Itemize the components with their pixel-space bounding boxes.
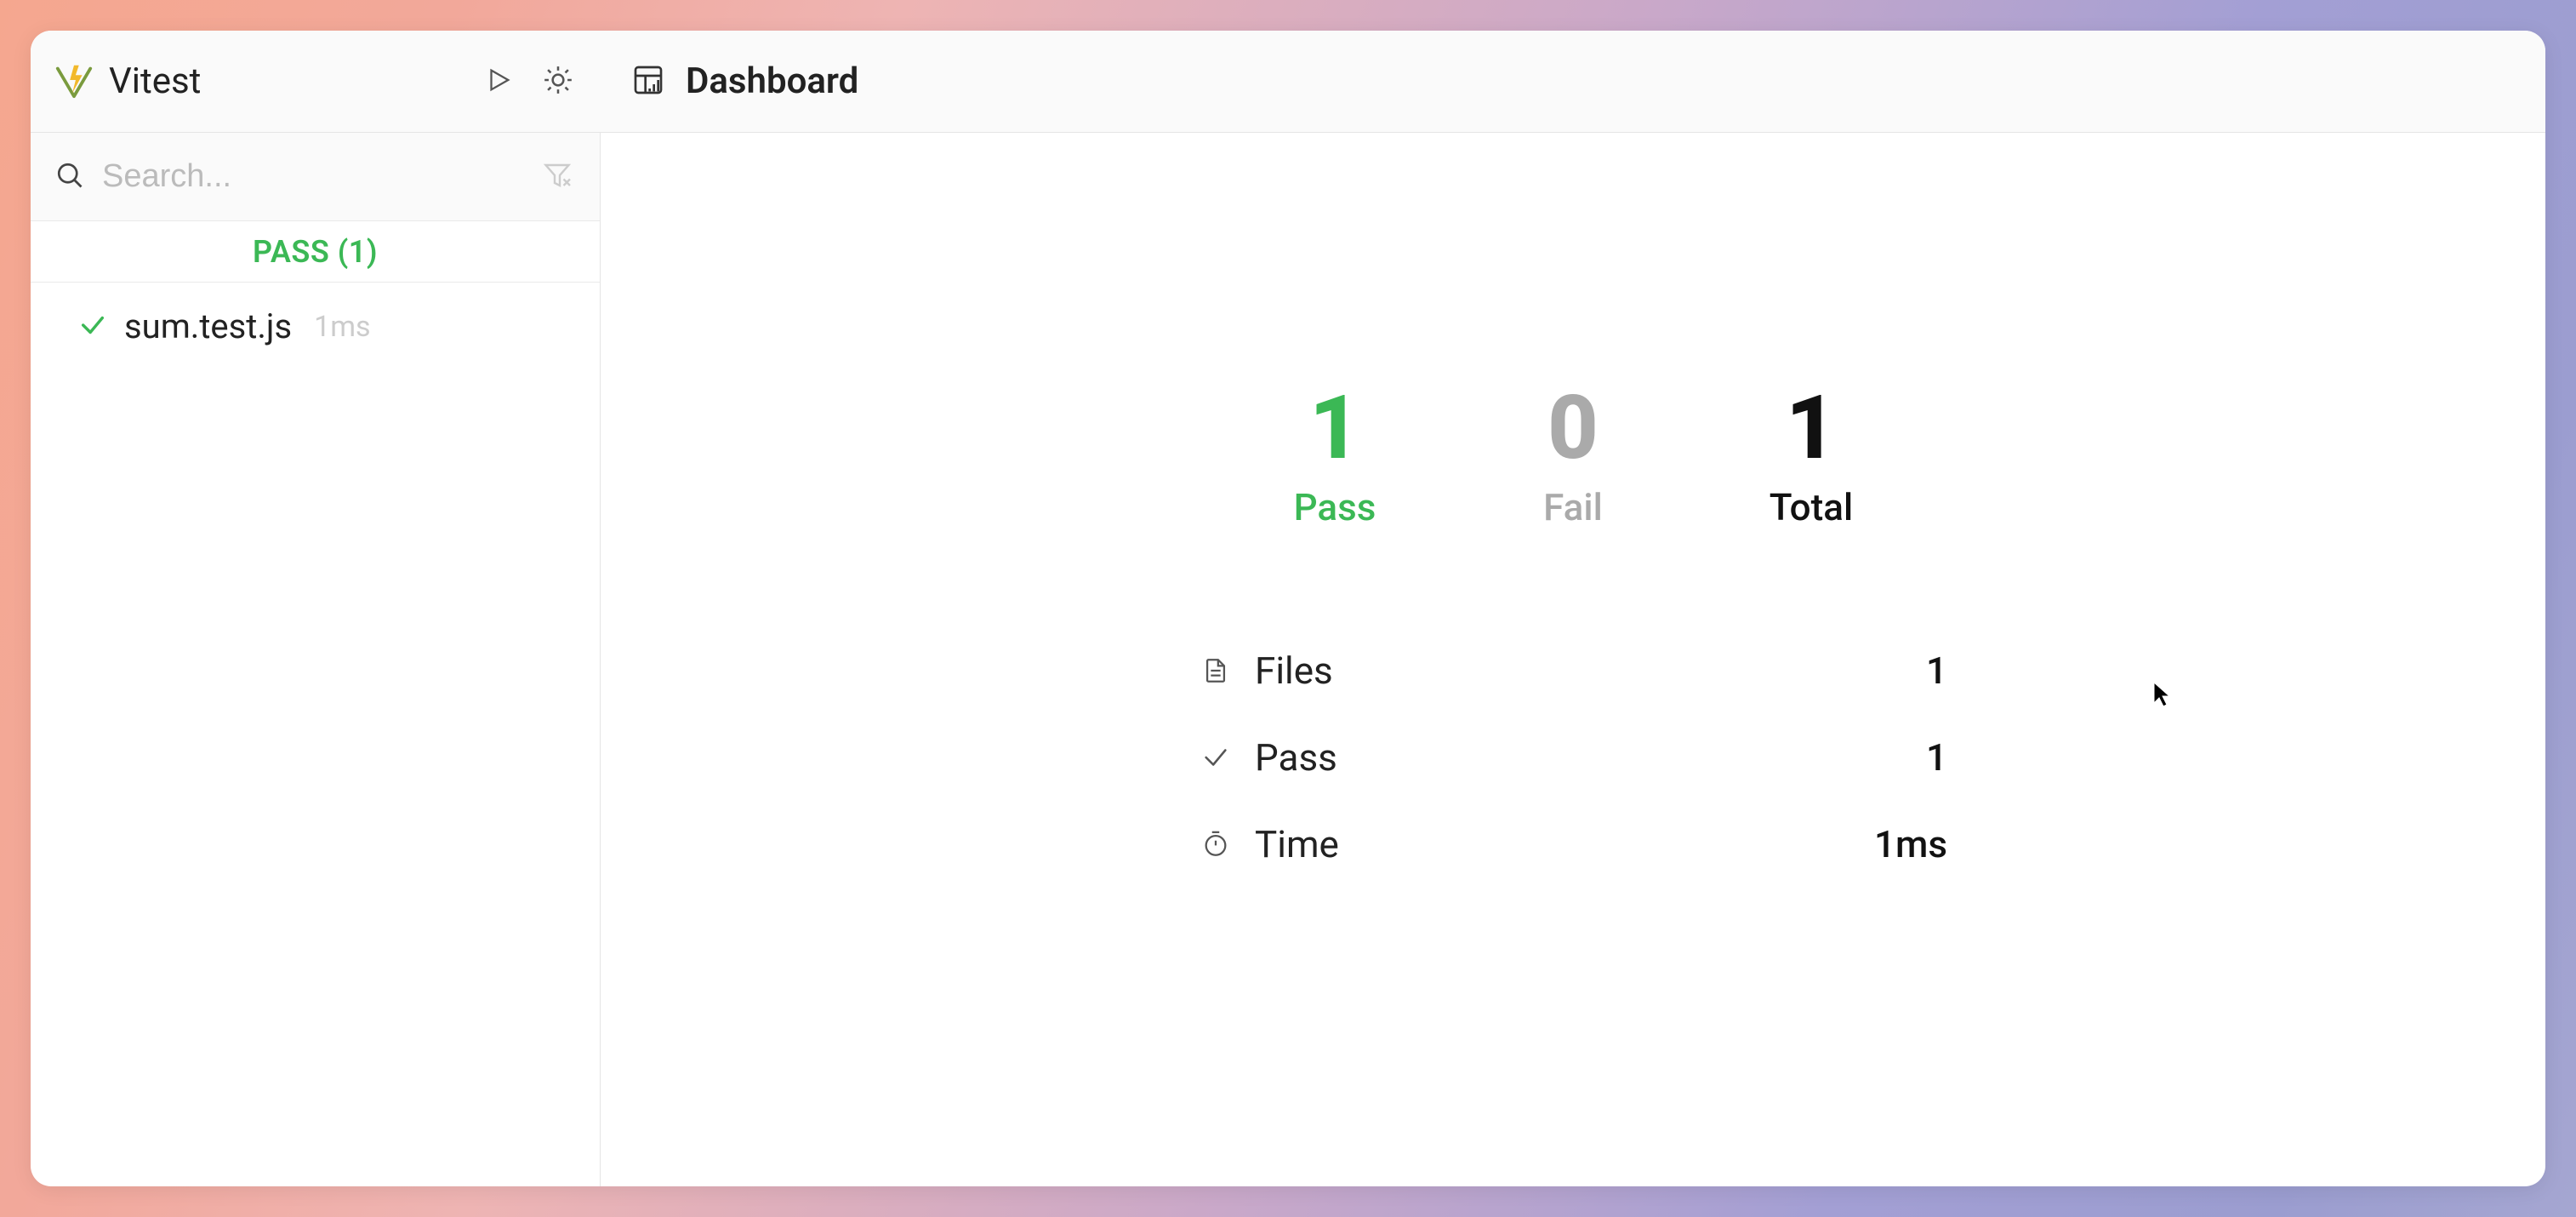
- details-list: Files 1 Pass 1: [1199, 648, 1947, 866]
- detail-pass-value: 1: [1926, 735, 1947, 780]
- sun-icon: [542, 64, 574, 99]
- test-name: sum.test.js: [124, 306, 292, 346]
- detail-time-value: 1ms: [1874, 822, 1947, 866]
- test-time: 1ms: [314, 310, 370, 344]
- test-list: sum.test.js 1ms: [31, 283, 600, 1186]
- stat-total-label: Total: [1770, 485, 1853, 529]
- sidebar-actions: [480, 63, 577, 100]
- check-icon: [1199, 743, 1233, 772]
- dashboard-main: 1 Pass 0 Fail 1 Total: [601, 133, 2545, 1186]
- sidebar-header: Vitest: [31, 31, 601, 132]
- stat-total: 1 Total: [1752, 385, 1871, 529]
- sidebar: PASS (1) sum.test.js 1ms: [31, 133, 601, 1186]
- dashboard-icon: [631, 63, 665, 100]
- stat-pass: 1 Pass: [1275, 385, 1394, 529]
- stat-fail: 0 Fail: [1513, 385, 1633, 529]
- stat-total-value: 1: [1786, 385, 1837, 473]
- app-title: Vitest: [109, 60, 201, 102]
- app-window: Vitest: [31, 31, 2545, 1186]
- filter-x-icon: [542, 160, 573, 193]
- search-input[interactable]: [102, 158, 521, 195]
- logo: Vitest: [54, 60, 201, 103]
- status-bar: PASS (1): [31, 221, 600, 283]
- status-text: PASS (1): [253, 234, 378, 270]
- detail-time-label: Time: [1255, 822, 1339, 866]
- file-icon: [1199, 656, 1233, 685]
- play-icon: [484, 66, 513, 97]
- stat-fail-value: 0: [1547, 385, 1599, 473]
- detail-files-value: 1: [1926, 648, 1947, 693]
- detail-files: Files 1: [1199, 648, 1947, 693]
- page-title: Dashboard: [686, 60, 858, 102]
- stat-pass-label: Pass: [1294, 485, 1376, 529]
- detail-pass: Pass 1: [1199, 735, 1947, 780]
- detail-time: Time 1ms: [1199, 822, 1947, 866]
- search-row: [31, 133, 600, 221]
- test-item[interactable]: sum.test.js 1ms: [31, 294, 600, 358]
- search-icon: [54, 160, 85, 194]
- filter-clear-button[interactable]: [539, 158, 576, 196]
- detail-files-label: Files: [1255, 648, 1333, 693]
- header-bar: Vitest: [31, 31, 2545, 133]
- stopwatch-icon: [1199, 830, 1233, 859]
- stats-row: 1 Pass 0 Fail 1 Total: [1275, 385, 1871, 529]
- theme-toggle-button[interactable]: [539, 63, 577, 100]
- run-button[interactable]: [480, 63, 517, 100]
- body: PASS (1) sum.test.js 1ms 1 Pass: [31, 133, 2545, 1186]
- vitest-logo-icon: [54, 60, 94, 103]
- detail-pass-label: Pass: [1255, 735, 1337, 780]
- stat-pass-value: 1: [1309, 385, 1360, 473]
- check-icon: [78, 311, 107, 343]
- main-header: Dashboard: [601, 31, 2545, 132]
- stat-fail-label: Fail: [1543, 485, 1603, 529]
